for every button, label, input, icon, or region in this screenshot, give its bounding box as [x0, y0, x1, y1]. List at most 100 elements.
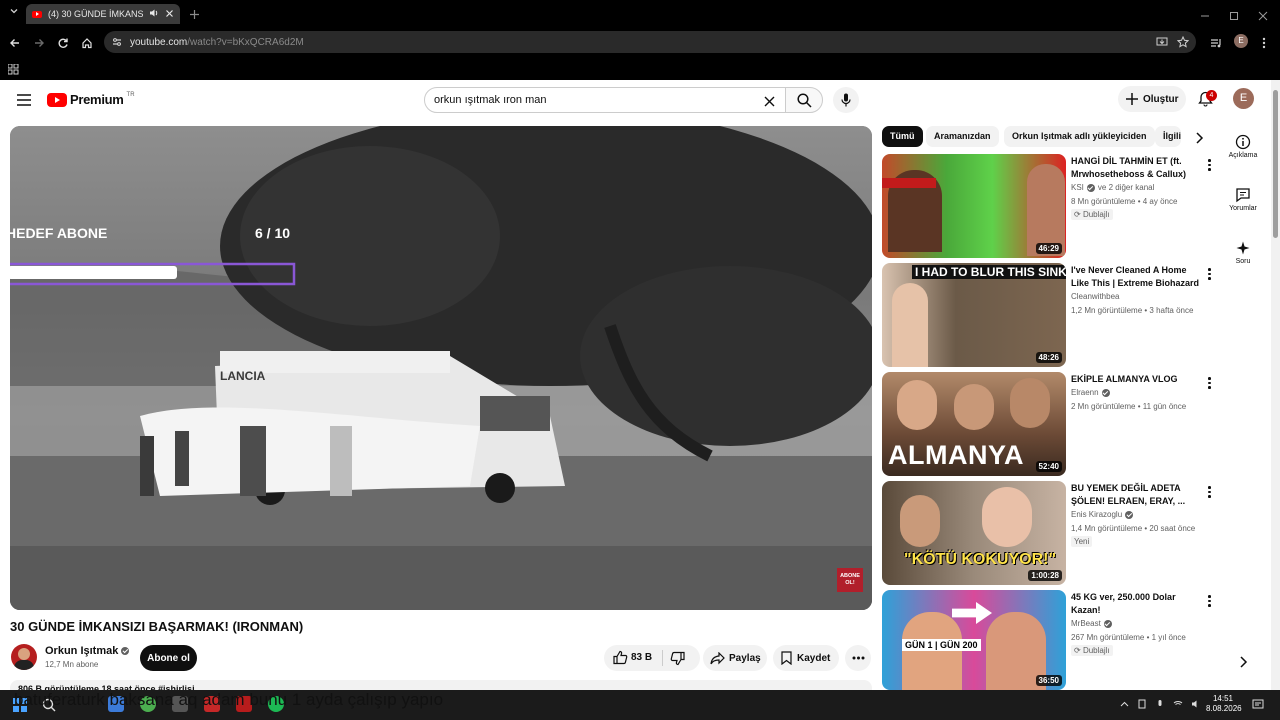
apps-grid-icon[interactable]	[7, 62, 19, 80]
hamburger-menu-icon[interactable]	[17, 93, 31, 111]
verified-icon	[1125, 510, 1134, 519]
more-vertical-icon[interactable]	[1204, 158, 1214, 172]
video-title[interactable]: BU YEMEK DEĞİL ADETA ŞÖLEN! ELRAEN, ERAY…	[1071, 482, 1201, 507]
active-tab[interactable]: (4) 30 GÜNDE İMKANSIZI B	[26, 4, 180, 24]
video-player[interactable]: HEDEF ABONE 6 / 10 LANCIA ABONE OL!	[10, 126, 872, 610]
notification-center-icon[interactable]	[1252, 698, 1264, 716]
browser-menu-icon[interactable]	[1262, 36, 1266, 54]
channel-row[interactable]: MrBeast	[1071, 619, 1112, 628]
bookmark-star-icon[interactable]	[1176, 35, 1190, 51]
account-avatar[interactable]: E	[1233, 88, 1254, 109]
comments-icon	[1236, 188, 1250, 203]
rail-description-label: Açıklama	[1228, 152, 1258, 159]
recommendation-3[interactable]: ALMANYA 52:40 EKİPLE ALMANYA VLOG Elraen…	[882, 372, 1222, 476]
save-button[interactable]: Kaydet	[773, 645, 839, 671]
channel-row[interactable]: KSI ve 2 diğer kanal	[1071, 183, 1154, 192]
chip-from-search[interactable]: Aramanızdan	[926, 126, 999, 147]
scrollbar-thumb[interactable]	[1273, 90, 1278, 238]
duration-badge: 52:40	[1035, 461, 1062, 472]
video-meta: 2 Mn görüntüleme • 11 gün önce	[1071, 402, 1187, 411]
install-app-icon[interactable]	[1156, 36, 1168, 51]
more-vertical-icon[interactable]	[1204, 376, 1214, 390]
thumbnail[interactable]: GÜN 1 | GÜN 200 36:50	[882, 590, 1066, 690]
clear-search-icon[interactable]	[764, 94, 775, 112]
volume-icon	[1192, 700, 1197, 708]
tab-close-icon[interactable]	[165, 9, 174, 20]
search-input[interactable]: orkun ışıtmak ıron man	[424, 87, 786, 113]
back-icon[interactable]	[9, 36, 21, 54]
window-close-icon[interactable]	[1258, 8, 1268, 26]
dislike-icon[interactable]	[670, 651, 685, 669]
more-vertical-icon[interactable]	[1204, 267, 1214, 281]
recommendation-2[interactable]: I HAD TO BLUR THIS SINK 48:26 I've Never…	[882, 263, 1222, 367]
subscribe-button[interactable]: Abone ol	[140, 645, 197, 671]
video-title[interactable]: 45 KG ver, 250.000 Dolar Kazan!	[1071, 591, 1201, 616]
voice-search-button[interactable]	[833, 87, 859, 113]
rail-scroll-next-icon[interactable]	[1238, 655, 1248, 673]
create-label: Oluştur	[1143, 93, 1179, 105]
like-icon[interactable]	[613, 650, 628, 668]
chip-from-uploader[interactable]: Orkun Işıtmak adlı yükleyiciden	[1004, 126, 1155, 147]
tab-list-chevron-icon[interactable]	[9, 6, 19, 19]
chip-related[interactable]: İlgili	[1155, 126, 1181, 147]
more-actions-button[interactable]	[845, 645, 871, 671]
speaker-icon[interactable]	[149, 8, 159, 20]
video-title[interactable]: EKİPLE ALMANYA VLOG	[1071, 373, 1201, 386]
channel-name[interactable]: KSI	[1071, 183, 1084, 192]
video-title[interactable]: I've Never Cleaned A Home Like This | Ex…	[1071, 264, 1201, 289]
home-icon[interactable]	[81, 36, 93, 54]
thumbnail[interactable]: 46:29	[882, 154, 1066, 258]
channel-name[interactable]: Elraenn	[1071, 388, 1099, 397]
goal-progress-fill	[10, 266, 177, 279]
more-vertical-icon[interactable]	[1204, 594, 1214, 608]
channel-name-row[interactable]: Orkun Işıtmak	[45, 645, 130, 657]
thumbnail[interactable]: "KÖTÜ KOKUYOR!" 1:00:28	[882, 481, 1066, 585]
url-host: youtube.com	[130, 36, 188, 48]
channel-name[interactable]: Cleanwithbea	[1071, 292, 1119, 301]
search-button[interactable]	[785, 87, 823, 113]
thumbnail[interactable]: I HAD TO BLUR THIS SINK 48:26	[882, 263, 1066, 367]
region-code: TR	[126, 92, 135, 98]
rail-description[interactable]: Açıklama	[1224, 134, 1262, 159]
thumbnail-caption: ALMANYA	[888, 440, 1025, 470]
maximize-icon[interactable]	[1229, 8, 1239, 26]
rail-ask[interactable]: Soru	[1224, 240, 1262, 265]
minimize-icon[interactable]	[1200, 8, 1210, 26]
share-icon	[710, 651, 725, 664]
forward-icon[interactable]	[33, 36, 45, 54]
recommendation-4[interactable]: "KÖTÜ KOKUYOR!" 1:00:28 BU YEMEK DEĞİL A…	[882, 481, 1222, 585]
video-meta: 1,4 Mn görüntüleme • 20 saat önce	[1071, 524, 1196, 533]
more-vertical-icon[interactable]	[1204, 485, 1214, 499]
share-button[interactable]: Paylaş	[703, 645, 767, 671]
reload-icon[interactable]	[57, 36, 69, 54]
duration-badge: 1:00:28	[1028, 570, 1062, 581]
new-tab-icon[interactable]	[189, 7, 200, 25]
chips-next-icon[interactable]	[1194, 131, 1204, 149]
channel-row[interactable]: Elraenn	[1071, 388, 1110, 397]
video-title[interactable]: HANGİ DİL TAHMİN ET (ft. Mrwhosetheboss …	[1071, 155, 1201, 180]
recommendation-1[interactable]: 46:29 HANGİ DİL TAHMİN ET (ft. Mrwhoseth…	[882, 154, 1222, 258]
clock[interactable]: 14:51 8.08.2026	[1206, 694, 1242, 714]
thumbnail[interactable]: ALMANYA 52:40	[882, 372, 1066, 476]
url-field[interactable]: youtube.com/watch?v=bKxQCRA6d2M	[104, 31, 1196, 53]
url-path: /watch?v=bKxQCRA6d2M	[187, 36, 304, 48]
channel-name[interactable]: Enis Kirazoglu	[1071, 510, 1122, 519]
media-controls-icon[interactable]	[1210, 36, 1222, 54]
youtube-favicon-icon	[32, 10, 42, 18]
system-tray[interactable]	[1120, 696, 1205, 712]
ambulance-text: LANCIA	[220, 369, 266, 383]
profile-avatar[interactable]: E	[1234, 34, 1248, 48]
create-button[interactable]: Oluştur	[1118, 86, 1186, 112]
channel-name[interactable]: Orkun Işıtmak	[45, 645, 118, 657]
youtube-logo[interactable]: Premium TR	[47, 92, 135, 107]
chip-all[interactable]: Tümü	[882, 126, 923, 147]
channel-name[interactable]: MrBeast	[1071, 619, 1101, 628]
page-scrollbar[interactable]	[1271, 80, 1280, 690]
channel-row[interactable]: Cleanwithbea	[1071, 292, 1119, 301]
channel-avatar[interactable]	[11, 644, 37, 670]
site-info-icon[interactable]	[112, 37, 122, 50]
rail-comments[interactable]: Yorumlar	[1224, 187, 1262, 212]
thumbnail-caption: I HAD TO BLUR THIS SINK	[912, 265, 1066, 279]
recommendation-5[interactable]: GÜN 1 | GÜN 200 36:50 45 KG ver, 250.000…	[882, 590, 1222, 690]
channel-row[interactable]: Enis Kirazoglu	[1071, 510, 1134, 519]
